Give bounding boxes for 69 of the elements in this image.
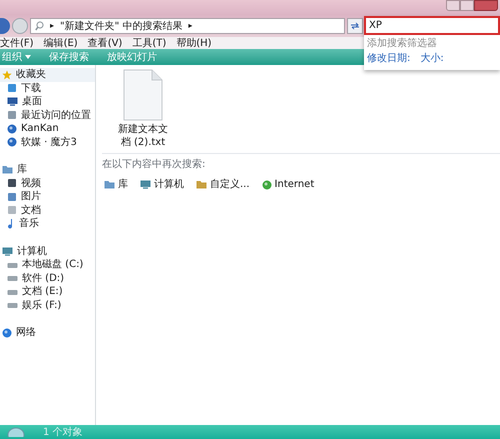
maximize-button[interactable] bbox=[460, 0, 474, 11]
nav-item[interactable]: 文档 (E:) bbox=[0, 285, 95, 298]
globe-icon bbox=[7, 137, 17, 148]
refresh-button[interactable] bbox=[347, 18, 363, 34]
music-note-icon bbox=[7, 218, 15, 229]
folder-icon bbox=[104, 180, 115, 189]
drive-icon bbox=[7, 274, 18, 282]
search-filter-link[interactable]: 大小: bbox=[420, 51, 444, 66]
file-item[interactable]: 新建文本文档 (2).txt bbox=[108, 69, 178, 149]
nav-item[interactable]: 文档 bbox=[0, 204, 95, 217]
search-location-button[interactable]: 库 bbox=[104, 177, 128, 192]
nav-item[interactable]: 视频 bbox=[0, 176, 95, 190]
menu-item[interactable]: 文件(F) bbox=[0, 36, 34, 50]
forward-button[interactable] bbox=[12, 18, 28, 34]
folder-icon bbox=[2, 165, 13, 174]
breadcrumb-arrow: ▸ bbox=[188, 20, 192, 32]
item-icon bbox=[7, 83, 17, 94]
nav-item[interactable]: 计算机 bbox=[0, 244, 95, 258]
nav-item[interactable]: 下载 bbox=[0, 82, 95, 95]
nav-item[interactable]: 库 bbox=[0, 163, 95, 176]
status-orb-icon bbox=[7, 427, 25, 437]
nav-item[interactable]: 娱乐 (F:) bbox=[0, 298, 95, 312]
folder-icon bbox=[196, 180, 207, 189]
menu-item[interactable]: 工具(T) bbox=[132, 36, 166, 50]
nav-item[interactable]: 桌面 bbox=[0, 95, 95, 108]
status-text: 1 个对象 bbox=[43, 426, 83, 439]
menu-item[interactable]: 编辑(E) bbox=[44, 36, 78, 50]
search-again-label: 在以下内容中再次搜索: bbox=[102, 158, 206, 172]
monitor-icon bbox=[140, 180, 151, 189]
drive-icon bbox=[7, 288, 18, 296]
nav-item[interactable]: 最近访问的位置 bbox=[0, 108, 95, 122]
nav-item[interactable]: 收藏夹 bbox=[0, 68, 95, 82]
search-filter-link[interactable]: 修改日期: bbox=[367, 51, 410, 66]
refresh-icon bbox=[350, 22, 360, 30]
address-bar[interactable]: ▸ "新建文件夹" 中的搜索结果 ▸ bbox=[30, 18, 345, 34]
nav-item[interactable]: 图片 bbox=[0, 190, 95, 204]
search-location-button[interactable]: 自定义... bbox=[196, 177, 250, 192]
nav-item[interactable]: KanKan bbox=[0, 122, 95, 136]
nav-item[interactable]: 音乐 bbox=[0, 217, 95, 230]
star-icon bbox=[2, 70, 12, 80]
search-field[interactable]: XP bbox=[364, 16, 500, 35]
address-path[interactable]: "新建文件夹" 中的搜索结果 bbox=[60, 18, 182, 34]
drive-icon bbox=[7, 260, 18, 269]
nav-item[interactable]: 软媒 · 魔方3 bbox=[0, 136, 95, 149]
drive-icon bbox=[7, 301, 18, 310]
menu-item[interactable]: 帮助(H) bbox=[176, 36, 212, 50]
back-button[interactable] bbox=[0, 18, 10, 34]
item-icon bbox=[7, 205, 17, 216]
globe-icon bbox=[262, 180, 272, 190]
item-icon bbox=[7, 110, 17, 120]
text-document-icon bbox=[123, 69, 163, 121]
globe-icon bbox=[7, 124, 17, 134]
search-filter-header: 添加搜索筛选器 bbox=[366, 36, 438, 51]
nav-item[interactable]: 软件 (D:) bbox=[0, 272, 95, 285]
close-button[interactable] bbox=[474, 0, 498, 11]
item-icon bbox=[7, 178, 17, 188]
breadcrumb-arrow: ▸ bbox=[50, 20, 54, 32]
monitor-icon bbox=[2, 246, 13, 256]
item-icon bbox=[7, 192, 17, 202]
minimize-button[interactable] bbox=[446, 0, 460, 11]
search-location-button[interactable]: Internet bbox=[262, 177, 314, 192]
monitor-icon bbox=[7, 97, 18, 106]
file-name: 新建文本文档 (2).txt bbox=[117, 123, 169, 149]
search-icon bbox=[35, 21, 44, 31]
menu-item[interactable]: 查看(V) bbox=[88, 36, 122, 50]
dropdown-caret-icon bbox=[25, 55, 31, 59]
nav-item[interactable]: 网络 bbox=[0, 326, 95, 340]
search-location-button[interactable]: 计算机 bbox=[140, 177, 184, 192]
nav-item[interactable]: 本地磁盘 (C:) bbox=[0, 258, 95, 272]
